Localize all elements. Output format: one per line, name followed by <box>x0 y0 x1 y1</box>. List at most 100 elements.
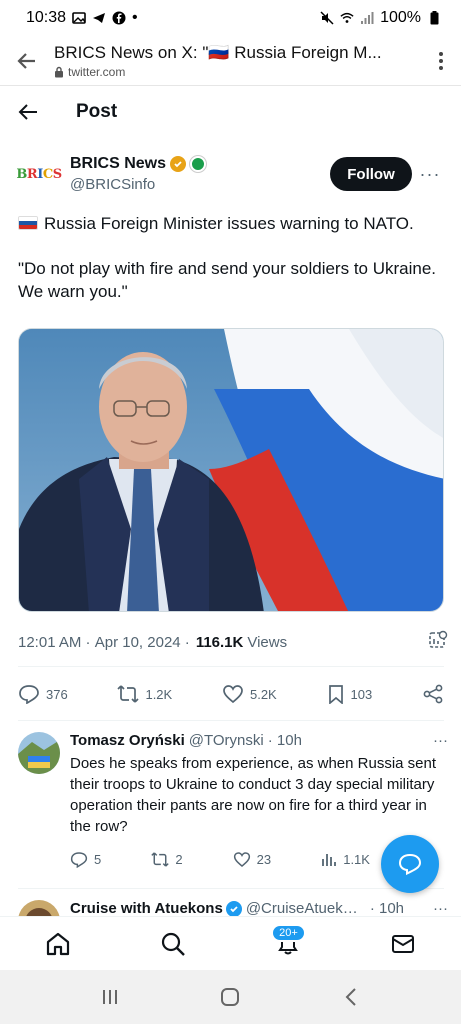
arrow-left-icon <box>17 52 35 69</box>
chat-bubble-icon <box>398 853 422 876</box>
avatar[interactable] <box>18 900 60 916</box>
reply-icon <box>70 852 88 868</box>
home-icon <box>46 932 69 955</box>
reply-author-handle[interactable]: @TOrynski <box>189 732 264 749</box>
telegram-icon <box>92 11 106 25</box>
facebook-icon <box>112 11 126 25</box>
reply-count: 376 <box>46 686 68 702</box>
reply-item[interactable]: Cruise with Atuekons @CruiseAtuekons · 1… <box>18 900 448 916</box>
brics-logo: BRICS <box>16 166 62 182</box>
reply-button[interactable]: 376 <box>18 684 68 704</box>
share-button[interactable] <box>422 684 444 704</box>
system-nav <box>0 970 461 1024</box>
like-button[interactable]: 23 <box>233 851 271 868</box>
reply-icon <box>19 685 39 704</box>
divider <box>18 720 444 721</box>
search-icon <box>161 932 185 956</box>
views-count: 1.1K <box>343 852 370 867</box>
bookmark-count: 103 <box>350 686 373 702</box>
avatar[interactable] <box>18 732 60 774</box>
author-handle[interactable]: @BRICSinfo <box>70 176 206 193</box>
repost-button[interactable]: 1.2K <box>117 684 172 704</box>
nav-search[interactable] <box>143 917 203 971</box>
repost-button[interactable]: 2 <box>151 851 183 868</box>
repost-icon <box>117 685 140 703</box>
meta-separator: · <box>81 633 95 651</box>
like-count: 5.2K <box>249 686 277 702</box>
reply-button[interactable]: 5 <box>70 851 101 868</box>
recent-apps-button[interactable] <box>80 970 140 1024</box>
browser-back-button[interactable] <box>0 36 54 86</box>
nav-messages[interactable] <box>373 917 433 971</box>
like-button[interactable]: 5.2K <box>222 684 277 704</box>
repost-count: 1.2K <box>145 686 173 702</box>
more-options-icon[interactable]: ··· <box>427 900 448 916</box>
analytics-icon[interactable] <box>428 630 448 654</box>
battery-icon <box>427 11 441 25</box>
reply-author-name[interactable]: Tomasz Oryński <box>70 732 185 749</box>
tweet-actions: 376 1.2K 5.2K 103 <box>18 678 444 710</box>
back-arrow-icon <box>18 104 37 120</box>
reply-item[interactable]: Tomasz Oryński @TOrynski · 10h ··· Does … <box>18 732 448 868</box>
bookmark-button[interactable]: 103 <box>327 684 373 704</box>
notifications-badge: 20+ <box>271 923 306 942</box>
heart-icon <box>223 685 243 704</box>
verified-badge-icon <box>170 156 187 172</box>
reply-time: · 10h <box>267 732 302 749</box>
tweet-author: BRICS BRICS News @BRICSinfo Follow ··· <box>16 148 448 200</box>
nav-notifications[interactable]: 20+ <box>258 917 318 971</box>
battery-text: 100% <box>380 9 421 26</box>
views-button[interactable]: 1.1K <box>321 852 370 867</box>
tweet-text: Russia Foreign Minister issues warning t… <box>18 212 448 325</box>
avatar[interactable]: BRICS <box>16 153 62 195</box>
nav-home[interactable] <box>28 917 88 971</box>
repost-icon <box>151 852 170 867</box>
browser-bar: BRICS News on X: "🇷🇺 Russia Foreign M...… <box>0 36 461 86</box>
tweet-date[interactable]: Apr 10, 2024 <box>95 634 181 651</box>
bookmark-icon <box>328 685 343 704</box>
tweet-time[interactable]: 12:01 AM <box>18 634 81 651</box>
verified-badge-icon <box>225 900 242 916</box>
russia-flag-icon <box>18 216 38 230</box>
tweet-meta: 12:01 AM · Apr 10, 2024 · 116.1K Views <box>18 630 448 654</box>
meta-separator: · <box>180 633 190 651</box>
more-options-icon[interactable]: ··· <box>427 732 448 749</box>
reply-author-name[interactable]: Cruise with Atuekons <box>70 900 223 916</box>
tweet-line-1: Russia Foreign Minister issues warning t… <box>44 214 414 233</box>
reply-text: Does he speaks from experience, as when … <box>70 755 437 835</box>
more-vertical-icon <box>439 51 443 70</box>
browser-address[interactable]: BRICS News on X: "🇷🇺 Russia Foreign M...… <box>54 43 421 79</box>
wifi-icon <box>340 11 354 25</box>
more-options-icon[interactable]: ··· <box>412 164 448 185</box>
reply-time: · 10h <box>369 900 405 916</box>
author-name[interactable]: BRICS News <box>70 155 166 173</box>
bottom-nav: 20+ <box>0 916 461 970</box>
heart-icon <box>233 852 250 868</box>
follow-button[interactable]: Follow <box>330 157 412 191</box>
compose-reply-button[interactable] <box>381 835 439 893</box>
recent-apps-icon <box>103 990 118 1004</box>
status-bar: 10:38 • 100% <box>0 0 461 36</box>
reply-actions: 5 2 23 1.1K <box>70 851 370 868</box>
page-title: Post <box>76 101 118 122</box>
bar-chart-icon <box>322 854 337 866</box>
back-button[interactable] <box>321 970 381 1024</box>
home-button[interactable] <box>200 970 260 1024</box>
tweet-photo[interactable] <box>18 328 444 612</box>
browser-url: twitter.com <box>68 64 126 79</box>
views-label: Views <box>247 633 288 651</box>
post-back-button[interactable] <box>0 86 56 138</box>
gallery-icon <box>72 11 86 25</box>
dot-icon: • <box>132 9 138 26</box>
tweet-line-2: "Do not play with fire and send your sol… <box>18 259 437 301</box>
post-header: Post <box>0 86 461 138</box>
repost-count: 2 <box>175 852 183 867</box>
signal-icon <box>360 11 374 25</box>
reply-count: 5 <box>94 852 102 867</box>
browser-menu-button[interactable] <box>421 36 461 86</box>
chevron-left-icon <box>345 988 356 1006</box>
reply-author-handle[interactable]: @CruiseAtuekons <box>246 900 366 916</box>
mute-icon <box>320 11 334 25</box>
browser-url-row: twitter.com <box>54 65 421 79</box>
envelope-icon <box>392 934 415 953</box>
